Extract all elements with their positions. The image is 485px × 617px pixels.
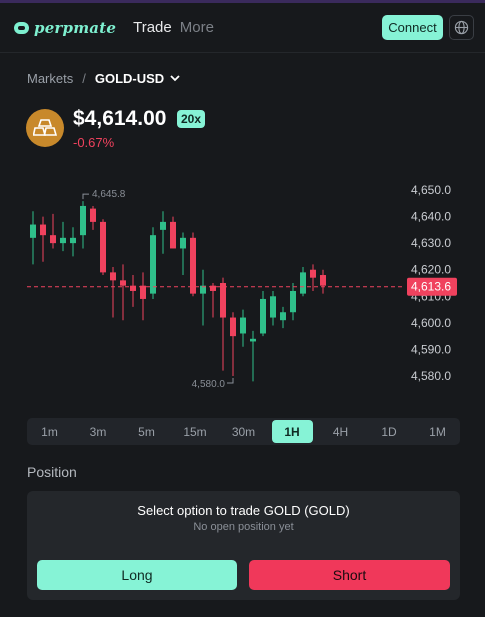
candle-body (170, 221, 176, 249)
timeframe-30m[interactable]: 30m (223, 420, 264, 443)
nav-more[interactable]: More (180, 19, 214, 36)
position-card-subtitle: No open position yet (193, 521, 294, 533)
y-tick-label: 4,590.0 (411, 342, 451, 356)
logo-mark-icon (14, 21, 29, 34)
candle-body (30, 224, 36, 238)
candle-body (60, 237, 66, 244)
candle-body (140, 285, 146, 299)
high-marker-arrow (82, 193, 89, 200)
candle-body (310, 269, 316, 278)
connect-button[interactable]: Connect (382, 15, 443, 40)
candle-body (190, 237, 196, 294)
price-change: -0.67% (73, 135, 115, 150)
breadcrumb: Markets / GOLD-USD (27, 71, 180, 86)
language-button[interactable] (449, 15, 474, 40)
y-tick-label: 4,640.0 (411, 210, 451, 224)
y-tick-label: 4,620.0 (411, 263, 451, 277)
short-button[interactable]: Short (249, 560, 450, 590)
y-tick-label: 4,580.0 (411, 369, 451, 383)
y-tick-label: 4,630.0 (411, 236, 451, 250)
candle-body (260, 298, 266, 334)
timeframe-selector: 1m 3m 5m 15m 30m 1H 4H 1D 1M (27, 418, 460, 445)
timeframe-5m[interactable]: 5m (126, 420, 167, 443)
logo[interactable]: perpmate (14, 19, 116, 37)
nav-trade[interactable]: Trade (133, 19, 172, 36)
candle-body (320, 275, 326, 286)
timeframe-1mo[interactable]: 1M (417, 420, 458, 443)
chevron-down-icon[interactable] (170, 75, 180, 82)
candle-body (110, 272, 116, 281)
high-price-label: 4,645.8 (92, 189, 126, 200)
current-price: $4,614.00 (73, 107, 167, 130)
market-selector[interactable]: GOLD-USD (95, 71, 164, 86)
candle-body (50, 235, 56, 244)
candle-body (120, 280, 126, 286)
position-card-title: Select option to trade GOLD (GOLD) (137, 503, 350, 518)
globe-icon (454, 20, 469, 35)
candle-body (280, 312, 286, 321)
header: perpmate Trade More Connect (0, 3, 485, 53)
candle-body (40, 224, 46, 236)
long-button[interactable]: Long (37, 560, 237, 590)
timeframe-15m[interactable]: 15m (175, 420, 216, 443)
candle-body (230, 317, 236, 337)
candle-body (240, 317, 246, 334)
position-heading: Position (27, 464, 77, 480)
candle-body (160, 221, 166, 230)
low-marker-arrow (227, 378, 234, 384)
candle-body (270, 296, 276, 318)
breadcrumb-separator: / (82, 71, 86, 86)
timeframe-4h[interactable]: 4H (320, 420, 361, 443)
timeframe-1h[interactable]: 1H (271, 420, 313, 443)
candle-body (80, 205, 86, 236)
timeframe-3m[interactable]: 3m (78, 420, 119, 443)
candle-body (220, 283, 226, 318)
candle-body (100, 221, 106, 273)
leverage-badge: 20x (177, 110, 206, 128)
timeframe-1d[interactable]: 1D (369, 420, 410, 443)
breadcrumb-markets-link[interactable]: Markets (27, 71, 73, 86)
position-card: Select option to trade GOLD (GOLD) No op… (27, 491, 460, 600)
candle-body (70, 237, 76, 244)
current-price-label: 4,613.6 (411, 280, 451, 294)
gold-bars-icon (26, 109, 64, 147)
candle-body (90, 208, 96, 222)
y-tick-label: 4,600.0 (411, 316, 451, 330)
logo-text: perpmate (34, 18, 117, 37)
candle-body (250, 338, 256, 342)
low-price-label: 4,580.0 (192, 379, 226, 390)
candle-body (180, 237, 186, 249)
y-tick-label: 4,650.0 (411, 183, 451, 197)
timeframe-1m[interactable]: 1m (29, 420, 70, 443)
candle-body (300, 272, 306, 294)
price-chart[interactable]: 4,650.04,640.04,630.04,620.04,610.04,600… (0, 170, 485, 400)
candle-body (150, 235, 156, 294)
candle-body (290, 290, 296, 313)
